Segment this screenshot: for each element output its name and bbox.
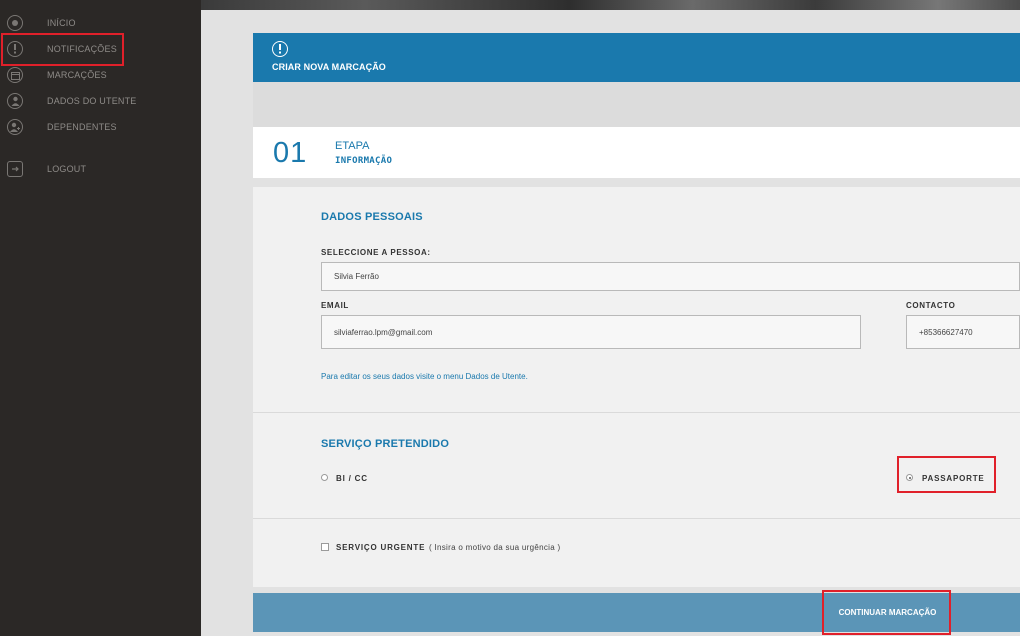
spacer-band (253, 82, 1020, 127)
radio-bi-cc[interactable] (321, 474, 328, 481)
circle-dot-icon (7, 15, 23, 31)
sidebar-item-inicio[interactable]: INÍCIO (0, 12, 201, 34)
radio-label-bi-cc: BI / CC (336, 474, 368, 483)
email-field[interactable]: silviaferrao.lpm@gmail.com (321, 315, 861, 349)
urgent-hint: ( Insira o motivo da sua urgência ) (429, 543, 561, 552)
hero-image-strip (201, 0, 1020, 10)
logout-icon (7, 161, 23, 177)
urgent-label: SERVIÇO URGENTE (336, 543, 426, 552)
urgent-checkbox[interactable] (321, 543, 329, 551)
sidebar-item-label: INÍCIO (47, 18, 76, 28)
step-number: 01 (273, 137, 308, 169)
section-title-personal: DADOS PESSOAIS (321, 211, 423, 223)
sidebar-item-dados-do-utente[interactable]: DADOS DO UTENTE (0, 90, 201, 112)
action-bar: CONTINUAR MARCAÇÃO (253, 593, 1020, 632)
alert-icon (7, 41, 23, 57)
sidebar-item-marcacoes[interactable]: MARCAÇÕES (0, 64, 201, 86)
form-panel (253, 187, 1020, 587)
user-icon (7, 93, 23, 109)
contact-label: CONTACTO (906, 301, 956, 310)
step-indicator: 01 ETAPA INFORMAÇÃO (253, 127, 1020, 178)
step-title: ETAPA (335, 140, 370, 152)
person-select-label: SELECCIONE A PESSOA: (321, 248, 431, 257)
sidebar-item-label: DEPENDENTES (47, 122, 117, 132)
step-subtitle: INFORMAÇÃO (335, 156, 393, 166)
sidebar-item-label: NOTIFICAÇÕES (47, 44, 117, 54)
radio-label-passaporte: PASSAPORTE (922, 474, 985, 483)
alert-icon (272, 41, 288, 57)
email-label: EMAIL (321, 301, 349, 310)
sidebar-item-label: DADOS DO UTENTE (47, 96, 137, 106)
sidebar-item-logout[interactable]: LOGOUT (0, 158, 201, 180)
page-header: CRIAR NOVA MARCAÇÃO (253, 33, 1020, 82)
user-plus-icon (7, 119, 23, 135)
sidebar-item-dependentes[interactable]: DEPENDENTES (0, 116, 201, 138)
edit-data-hint-link[interactable]: Para editar os seus dados visite o menu … (321, 372, 528, 381)
radio-passaporte[interactable] (906, 474, 913, 481)
page-title: CRIAR NOVA MARCAÇÃO (272, 62, 386, 72)
continue-button[interactable]: CONTINUAR MARCAÇÃO (825, 593, 950, 632)
sidebar-item-label: MARCAÇÕES (47, 70, 107, 80)
sidebar-item-label: LOGOUT (47, 164, 87, 174)
section-title-service: SERVIÇO PRETENDIDO (321, 438, 450, 450)
sidebar: INÍCIO NOTIFICAÇÕES MARCAÇÕES DADOS DO U… (0, 0, 201, 636)
person-select[interactable]: Silvia Ferrão (321, 262, 1020, 291)
contact-field[interactable]: +85366627470 (906, 315, 1020, 349)
section-divider (253, 518, 1020, 519)
section-divider (253, 412, 1020, 413)
sidebar-item-notificacoes[interactable]: NOTIFICAÇÕES (0, 38, 201, 60)
calendar-icon (7, 67, 23, 83)
